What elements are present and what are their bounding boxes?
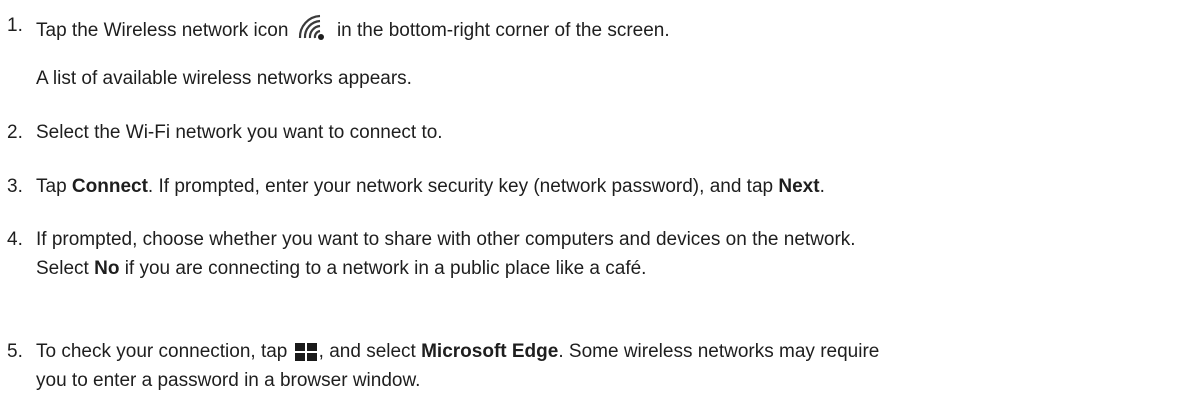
- microsoft-edge-label: Microsoft Edge: [421, 341, 559, 362]
- step-text: Tap the Wireless network icon in the bot…: [36, 14, 670, 47]
- step-number: 5.: [7, 341, 23, 362]
- step-number: 1.: [7, 15, 23, 36]
- no-label: No: [94, 258, 120, 279]
- step-number: 3.: [7, 176, 23, 197]
- connect-label: Connect: [71, 176, 148, 197]
- instruction-document: 1. Tap the Wireless network icon in the …: [7, 14, 880, 391]
- next-label: Next: [778, 176, 820, 197]
- step-text: If prompted, choose whether you want to …: [36, 229, 856, 250]
- windows-start-icon: [294, 343, 317, 368]
- step-text: Select the Wi-Fi network you want to con…: [36, 122, 443, 143]
- step-number: 4.: [7, 229, 23, 250]
- step-number: 2.: [7, 122, 23, 143]
- step-text: Tap Connect. If prompted, enter your net…: [36, 176, 825, 197]
- wifi-icon: [296, 14, 330, 47]
- step-text: To check your connection, tap , and sele…: [36, 340, 879, 368]
